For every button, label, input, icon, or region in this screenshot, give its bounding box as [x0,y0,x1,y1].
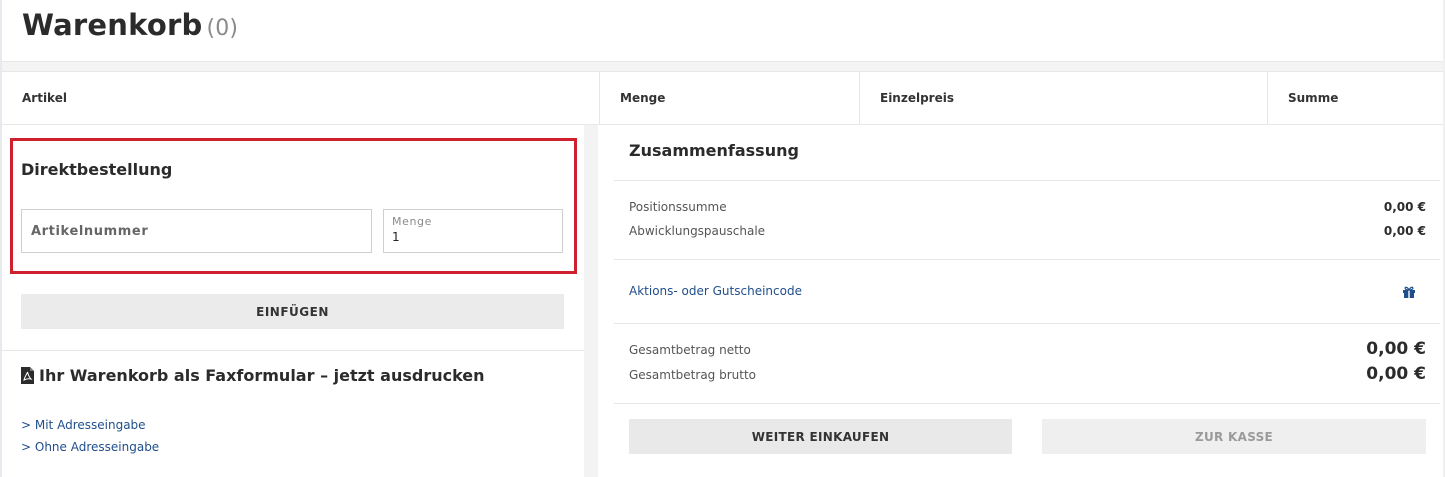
cart-header: Warenkorb (0) [2,0,1443,62]
fax-link-with-address[interactable]: > Mit Adresseingabe [21,418,146,432]
summary-divider [614,403,1440,404]
direct-order-title: Direktbestellung [21,160,173,179]
fax-form-title-text: Ihr Warenkorb als Faxformular – jetzt au… [39,366,485,385]
direct-order-highlight [10,138,577,274]
cart-count: (0) [206,16,239,41]
checkout-button[interactable]: ZUR KASSE [1042,419,1426,454]
left-panel-shade [584,125,598,477]
fax-link-without-address[interactable]: > Ohne Adresseingabe [21,440,159,454]
left-divider [2,350,584,351]
net-total-label: Gesamtbetrag netto [629,343,751,357]
column-header-article: Artikel [22,91,67,105]
gift-icon[interactable] [1402,285,1416,299]
article-number-input[interactable] [21,209,372,253]
summary-divider [614,259,1440,260]
gross-total-value: 0,00 € [1366,364,1426,384]
net-total-value: 0,00 € [1366,339,1426,359]
fax-form-title: Ihr Warenkorb als Faxformular – jetzt au… [21,366,485,385]
insert-button[interactable]: EINFÜGEN [21,294,564,329]
position-sum-label: Positionssumme [629,200,727,214]
handling-fee-value: 0,00 € [1383,224,1426,238]
page-title-text: Warenkorb [22,8,203,42]
column-header-sum: Summe [1288,91,1339,105]
summary-divider [614,323,1440,324]
cart-table-header: Artikel Menge Einzelpreis Summe [2,71,1443,125]
pdf-icon [21,367,34,384]
position-sum-value: 0,00 € [1383,200,1426,214]
cart-page: Warenkorb (0) Artikel Menge Einzelpreis S… [0,0,1445,477]
quantity-field[interactable]: Menge 1 [383,209,563,253]
column-header-unit-price: Einzelpreis [880,91,954,105]
quantity-field-value[interactable]: 1 [392,230,400,244]
coupon-code-link[interactable]: Aktions- oder Gutscheincode [629,284,802,298]
page-title: Warenkorb (0) [22,8,238,42]
handling-fee-label: Abwicklungspauschale [629,224,766,238]
summary-divider [614,180,1440,181]
continue-shopping-button[interactable]: WEITER EINKAUFEN [629,419,1012,454]
quantity-field-label: Menge [392,215,432,228]
header-gap [2,62,1443,71]
summary-title: Zusammenfassung [629,141,799,160]
gross-total-label: Gesamtbetrag brutto [629,368,757,382]
column-header-quantity: Menge [620,91,666,105]
